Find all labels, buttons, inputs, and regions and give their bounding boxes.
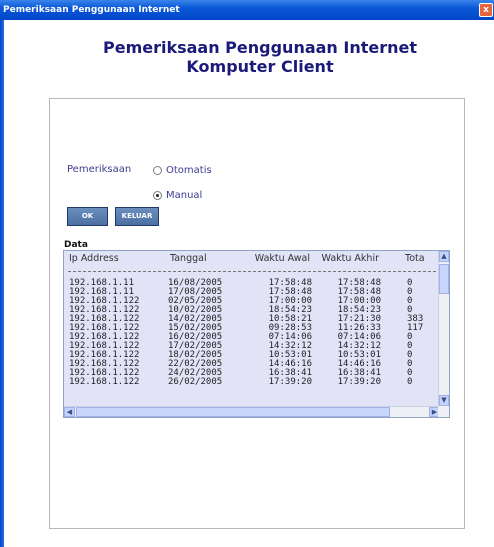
column-header-waktu-akhir: Waktu Akhir: [321, 253, 379, 264]
radio-otomatis-button[interactable]: [153, 166, 162, 175]
listbox-header: Ip Address Tanggal Waktu Awal Waktu Akhi…: [64, 251, 439, 267]
column-header-total: Tota: [405, 253, 425, 264]
window-title: Pemeriksaan Penggunaan Internet: [3, 5, 180, 15]
listbox-rows: 192.168.1.11 16/08/2005 17:58:48 17:58:48 0 1…: [64, 279, 439, 387]
page-title-line1: Pemeriksaan Penggunaan Internet: [102, 38, 418, 57]
data-listbox[interactable]: Ip Address Tanggal Waktu Awal Waktu Akhi…: [63, 250, 450, 418]
page-title-line2: Komputer Client: [186, 57, 334, 76]
window-titlebar[interactable]: Pemeriksaan Penggunaan Internet x: [0, 0, 494, 20]
table-cell: 17:39:20: [268, 377, 312, 387]
scroll-down-arrow-icon[interactable]: ▼: [439, 395, 449, 406]
table-row[interactable]: 192.168.1.122 26/02/2005 17:39:20 17:39:20 0: [64, 378, 439, 387]
column-header-ip: Ip Address: [69, 253, 119, 264]
column-header-tanggal: Tanggal: [170, 253, 207, 264]
scroll-left-arrow-icon[interactable]: ◀: [64, 407, 75, 417]
radio-manual-button[interactable]: [153, 191, 162, 200]
vertical-scrollbar[interactable]: ▲ ▼: [438, 251, 449, 406]
pemeriksaan-label: Pemeriksaan: [67, 164, 132, 175]
scroll-corner: [438, 406, 449, 417]
horizontal-scroll-thumb[interactable]: [76, 407, 390, 417]
table-cell: 17:39:20: [337, 377, 381, 387]
radio-manual-label: Manual: [166, 190, 203, 201]
radio-otomatis[interactable]: Otomatis: [153, 165, 212, 176]
table-cell: 192.168.1.122: [69, 377, 140, 387]
window-frame-left: [0, 20, 4, 547]
data-label: Data: [64, 240, 88, 250]
header-separator: [68, 271, 436, 272]
horizontal-scrollbar[interactable]: ◀ ▶: [64, 406, 449, 417]
radio-manual[interactable]: Manual: [153, 190, 202, 201]
page-title: Pemeriksaan Penggunaan Internet Komputer…: [90, 38, 430, 76]
close-icon[interactable]: x: [479, 3, 493, 17]
column-header-waktu-awal: Waktu Awal: [254, 253, 310, 264]
ok-button[interactable]: OK: [67, 207, 108, 226]
radio-otomatis-label: Otomatis: [166, 165, 212, 176]
table-cell: 0: [407, 377, 413, 387]
vertical-scroll-thumb[interactable]: [439, 264, 449, 294]
scroll-up-arrow-icon[interactable]: ▲: [439, 251, 449, 262]
table-cell: 26/02/2005: [168, 377, 223, 387]
keluar-button[interactable]: KELUAR: [115, 207, 159, 226]
